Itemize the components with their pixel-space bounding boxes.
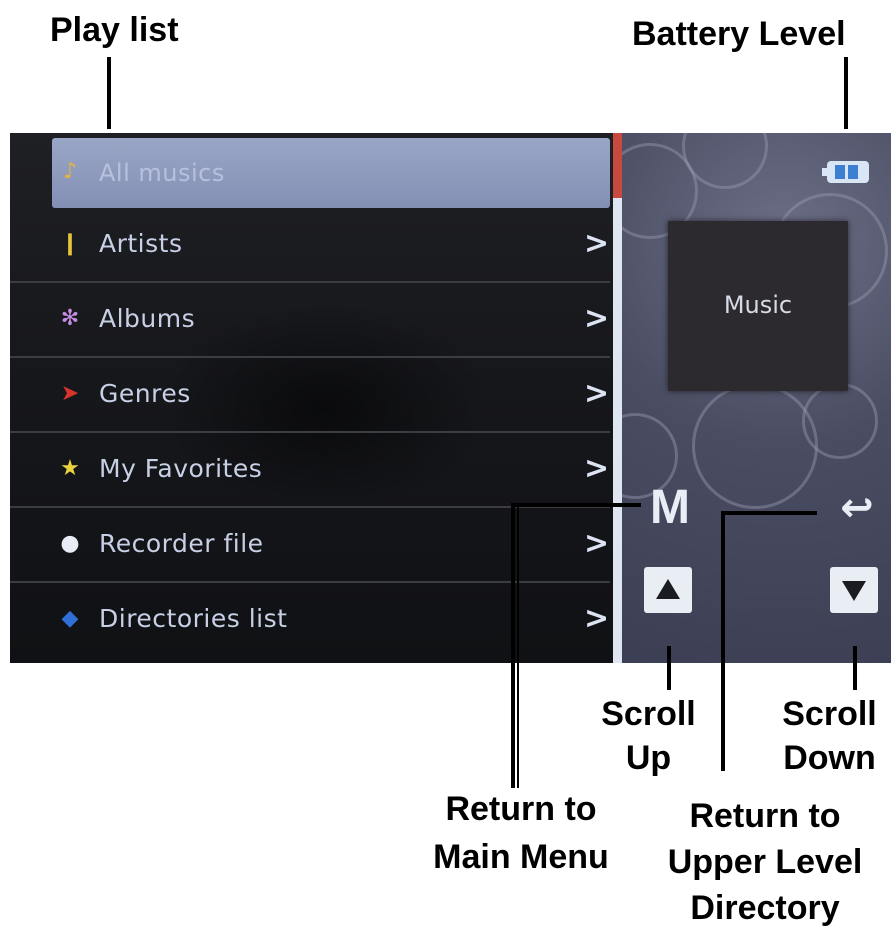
main-menu-button[interactable]: M (642, 483, 698, 533)
list-item-albums[interactable]: ✻ Albums > (10, 283, 610, 358)
return-main-menu-callout: Return to Main Menu (418, 789, 624, 877)
list-item-label: Directories list (99, 604, 288, 633)
music-label: Music (723, 291, 793, 319)
chevron-right-icon: > (584, 376, 610, 411)
scroll-down-pointer (853, 646, 857, 690)
list-item-label: All musics (99, 159, 225, 187)
scroll-down-callout-line1: Scroll (782, 695, 877, 733)
scroll-down-callout: Scroll Down (772, 694, 887, 778)
list-item-label: Genres (99, 379, 191, 408)
device-screen: ♪ All musics ❙ Artists > ✻ Albums > ➤ Ge… (10, 133, 891, 663)
chevron-right-icon: > (584, 301, 610, 336)
list-item-label: Artists (99, 229, 183, 258)
main-menu-pointer-v (511, 503, 515, 788)
return-upper-level-callout: Return to Upper Level Directory (650, 796, 880, 928)
list-item-recorder-file[interactable]: ● Recorder file > (10, 508, 610, 583)
side-panel: Music M ↩ (622, 133, 891, 663)
main-menu-pointer-v2 (517, 503, 519, 788)
play-list-callout: Play list (50, 11, 179, 49)
return-upper-level-callout-line3: Directory (690, 889, 840, 927)
list-item-label: My Favorites (99, 454, 263, 483)
chevron-right-icon: > (584, 451, 610, 486)
list-item-all-musics[interactable]: ♪ All musics (52, 138, 610, 208)
battery-level-pointer (844, 57, 848, 129)
upper-level-pointer-v (721, 511, 725, 771)
upper-level-pointer-h (721, 511, 817, 515)
list-item-genres[interactable]: ➤ Genres > (10, 358, 610, 433)
list-item-directories-list[interactable]: ◆ Directories list > (10, 583, 610, 658)
return-main-menu-callout-line2: Main Menu (433, 838, 609, 876)
battery-icon (822, 161, 869, 183)
scroll-up-callout-line1: Scroll (601, 695, 696, 733)
scroll-up-button[interactable] (644, 567, 692, 613)
scroll-up-callout-line2: Up (625, 739, 672, 777)
playlist-panel: ♪ All musics ❙ Artists > ✻ Albums > ➤ Ge… (10, 133, 613, 663)
album-art-box: Music (668, 221, 848, 391)
swirl-decoration (802, 383, 878, 459)
arrow-down-icon (842, 581, 866, 601)
star-icon: ★ (60, 456, 80, 481)
list-item-my-favorites[interactable]: ★ My Favorites > (10, 433, 610, 508)
scroll-up-callout: Scroll Up (591, 694, 706, 778)
scroll-down-callout-line2: Down (783, 739, 876, 777)
chevron-right-icon: > (584, 226, 610, 261)
arrow-up-icon (656, 579, 680, 599)
scrollbar-track[interactable] (613, 133, 622, 663)
genre-icon: ➤ (60, 381, 80, 406)
swirl-decoration (692, 383, 818, 509)
scroll-up-pointer (667, 646, 671, 690)
microphone-icon: ● (60, 531, 80, 556)
return-upper-level-button[interactable]: ↩ (832, 483, 882, 533)
return-upper-level-callout-line1: Return to (689, 797, 841, 835)
chevron-right-icon: > (584, 526, 610, 561)
folder-icon: ◆ (61, 606, 79, 631)
scrollbar-thumb[interactable] (613, 133, 622, 198)
artist-icon: ❙ (60, 231, 80, 256)
list-item-artists[interactable]: ❙ Artists > (10, 208, 610, 283)
list-item-label: Recorder file (99, 529, 264, 558)
return-main-menu-callout-line1: Return to (445, 790, 597, 828)
scroll-down-button[interactable] (830, 567, 878, 613)
return-upper-level-callout-line2: Upper Level (667, 843, 863, 881)
music-note-icon: ♪ (62, 159, 78, 184)
play-list-pointer (107, 57, 111, 129)
main-menu-pointer-h (511, 503, 641, 507)
chevron-right-icon: > (584, 601, 610, 636)
battery-level-callout: Battery Level (632, 15, 846, 53)
album-icon: ✻ (60, 306, 80, 331)
list-item-label: Albums (99, 304, 196, 333)
